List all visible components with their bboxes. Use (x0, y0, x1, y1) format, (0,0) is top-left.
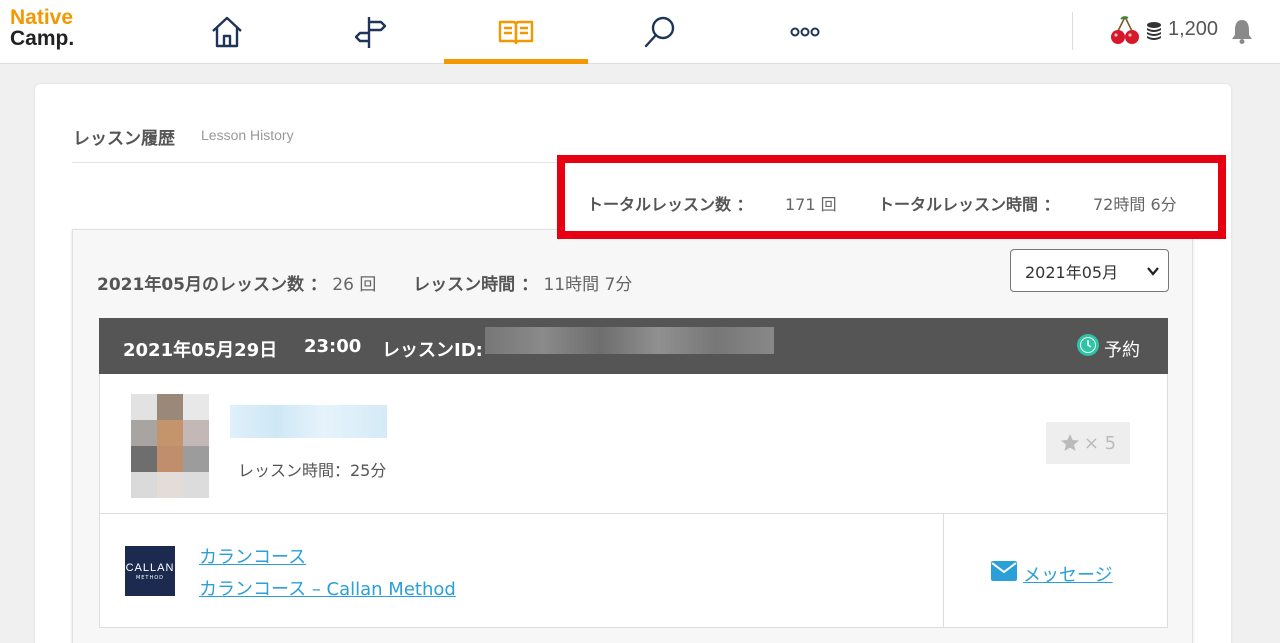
top-header: Native Camp. 1,200 (0, 0, 1280, 64)
nav-signpost[interactable] (299, 0, 443, 64)
star-icon (1060, 434, 1079, 451)
search-icon (644, 16, 675, 48)
home-icon (212, 16, 242, 48)
course-method-link[interactable]: カランコース – Callan Method (199, 575, 456, 601)
month-count-value: 26 回 (332, 275, 377, 295)
callan-logo: CALLAN METHOD (125, 546, 175, 596)
lesson-body (99, 374, 1168, 514)
month-time-value: 11時間 7分 (543, 275, 633, 295)
course-link[interactable]: カランコース (199, 543, 306, 569)
logo-line1: Native (10, 6, 74, 29)
bell-icon[interactable] (1230, 18, 1254, 44)
nav-home[interactable] (155, 0, 299, 64)
more-icon (790, 27, 820, 37)
rating-value: × 5 (1083, 432, 1117, 454)
nav-more[interactable] (733, 0, 877, 64)
lesson-id-label: レッスンID: (382, 340, 483, 361)
chevron-down-icon (1147, 267, 1159, 276)
total-time-label: トータルレッスン時間 ： (878, 195, 1060, 214)
status-badge: 予約 (1104, 340, 1140, 361)
nav-book[interactable] (444, 0, 588, 64)
total-count-value: 171 回 (785, 195, 837, 214)
nav-search[interactable] (588, 0, 732, 64)
total-time-value: 72時間 6分 (1093, 195, 1177, 214)
total-count-label: トータルレッスン数 ： (587, 195, 753, 214)
lesson-id-redacted (485, 327, 774, 354)
logo-line2: Camp. (10, 27, 75, 50)
book-icon (498, 20, 534, 45)
mail-icon[interactable] (991, 561, 1017, 581)
lesson-header: 2021年05月29日 23:00 レッスンID: 予約 (99, 318, 1168, 374)
points-count: 1,200 (1168, 18, 1219, 40)
clock-icon (1077, 334, 1099, 356)
page-subtitle: Lesson History (201, 127, 294, 143)
coin-stack-icon (1147, 22, 1161, 40)
totals-highlight: トータルレッスン数 ： 171 回 トータルレッスン時間 ： 72時間 6分 (557, 155, 1226, 239)
month-count-label: 2021年05月のレッスン数 ： (97, 275, 327, 295)
course-row-divider (943, 514, 944, 627)
native-camp-logo[interactable]: Native Camp. (10, 7, 74, 49)
month-select-value: 2021年05月 (1025, 262, 1119, 282)
month-select[interactable]: 2021年05月 (1010, 249, 1169, 292)
month-summary: 2021年05月のレッスン数 ： 26 回 レッスン時間 ： 11時間 7分 (97, 270, 632, 295)
signpost-icon (354, 17, 387, 48)
message-link[interactable]: メッセージ (1023, 561, 1113, 587)
month-time-label: レッスン時間 ： (413, 275, 539, 295)
lesson-duration: レッスン時間：25分 (238, 461, 387, 480)
lesson-time: 23:00 (304, 336, 362, 357)
cherry-icon (1111, 16, 1139, 44)
page-title: レッスン履歴 (73, 129, 175, 149)
header-divider (1072, 12, 1073, 50)
callan-logo-text: CALLAN (125, 561, 175, 574)
rating-badge: × 5 (1046, 422, 1130, 464)
lesson-date: 2021年05月29日 (123, 340, 278, 361)
teacher-name-redacted[interactable] (230, 405, 387, 438)
avatar[interactable] (131, 394, 209, 498)
callan-logo-sub: METHOD (135, 574, 165, 581)
